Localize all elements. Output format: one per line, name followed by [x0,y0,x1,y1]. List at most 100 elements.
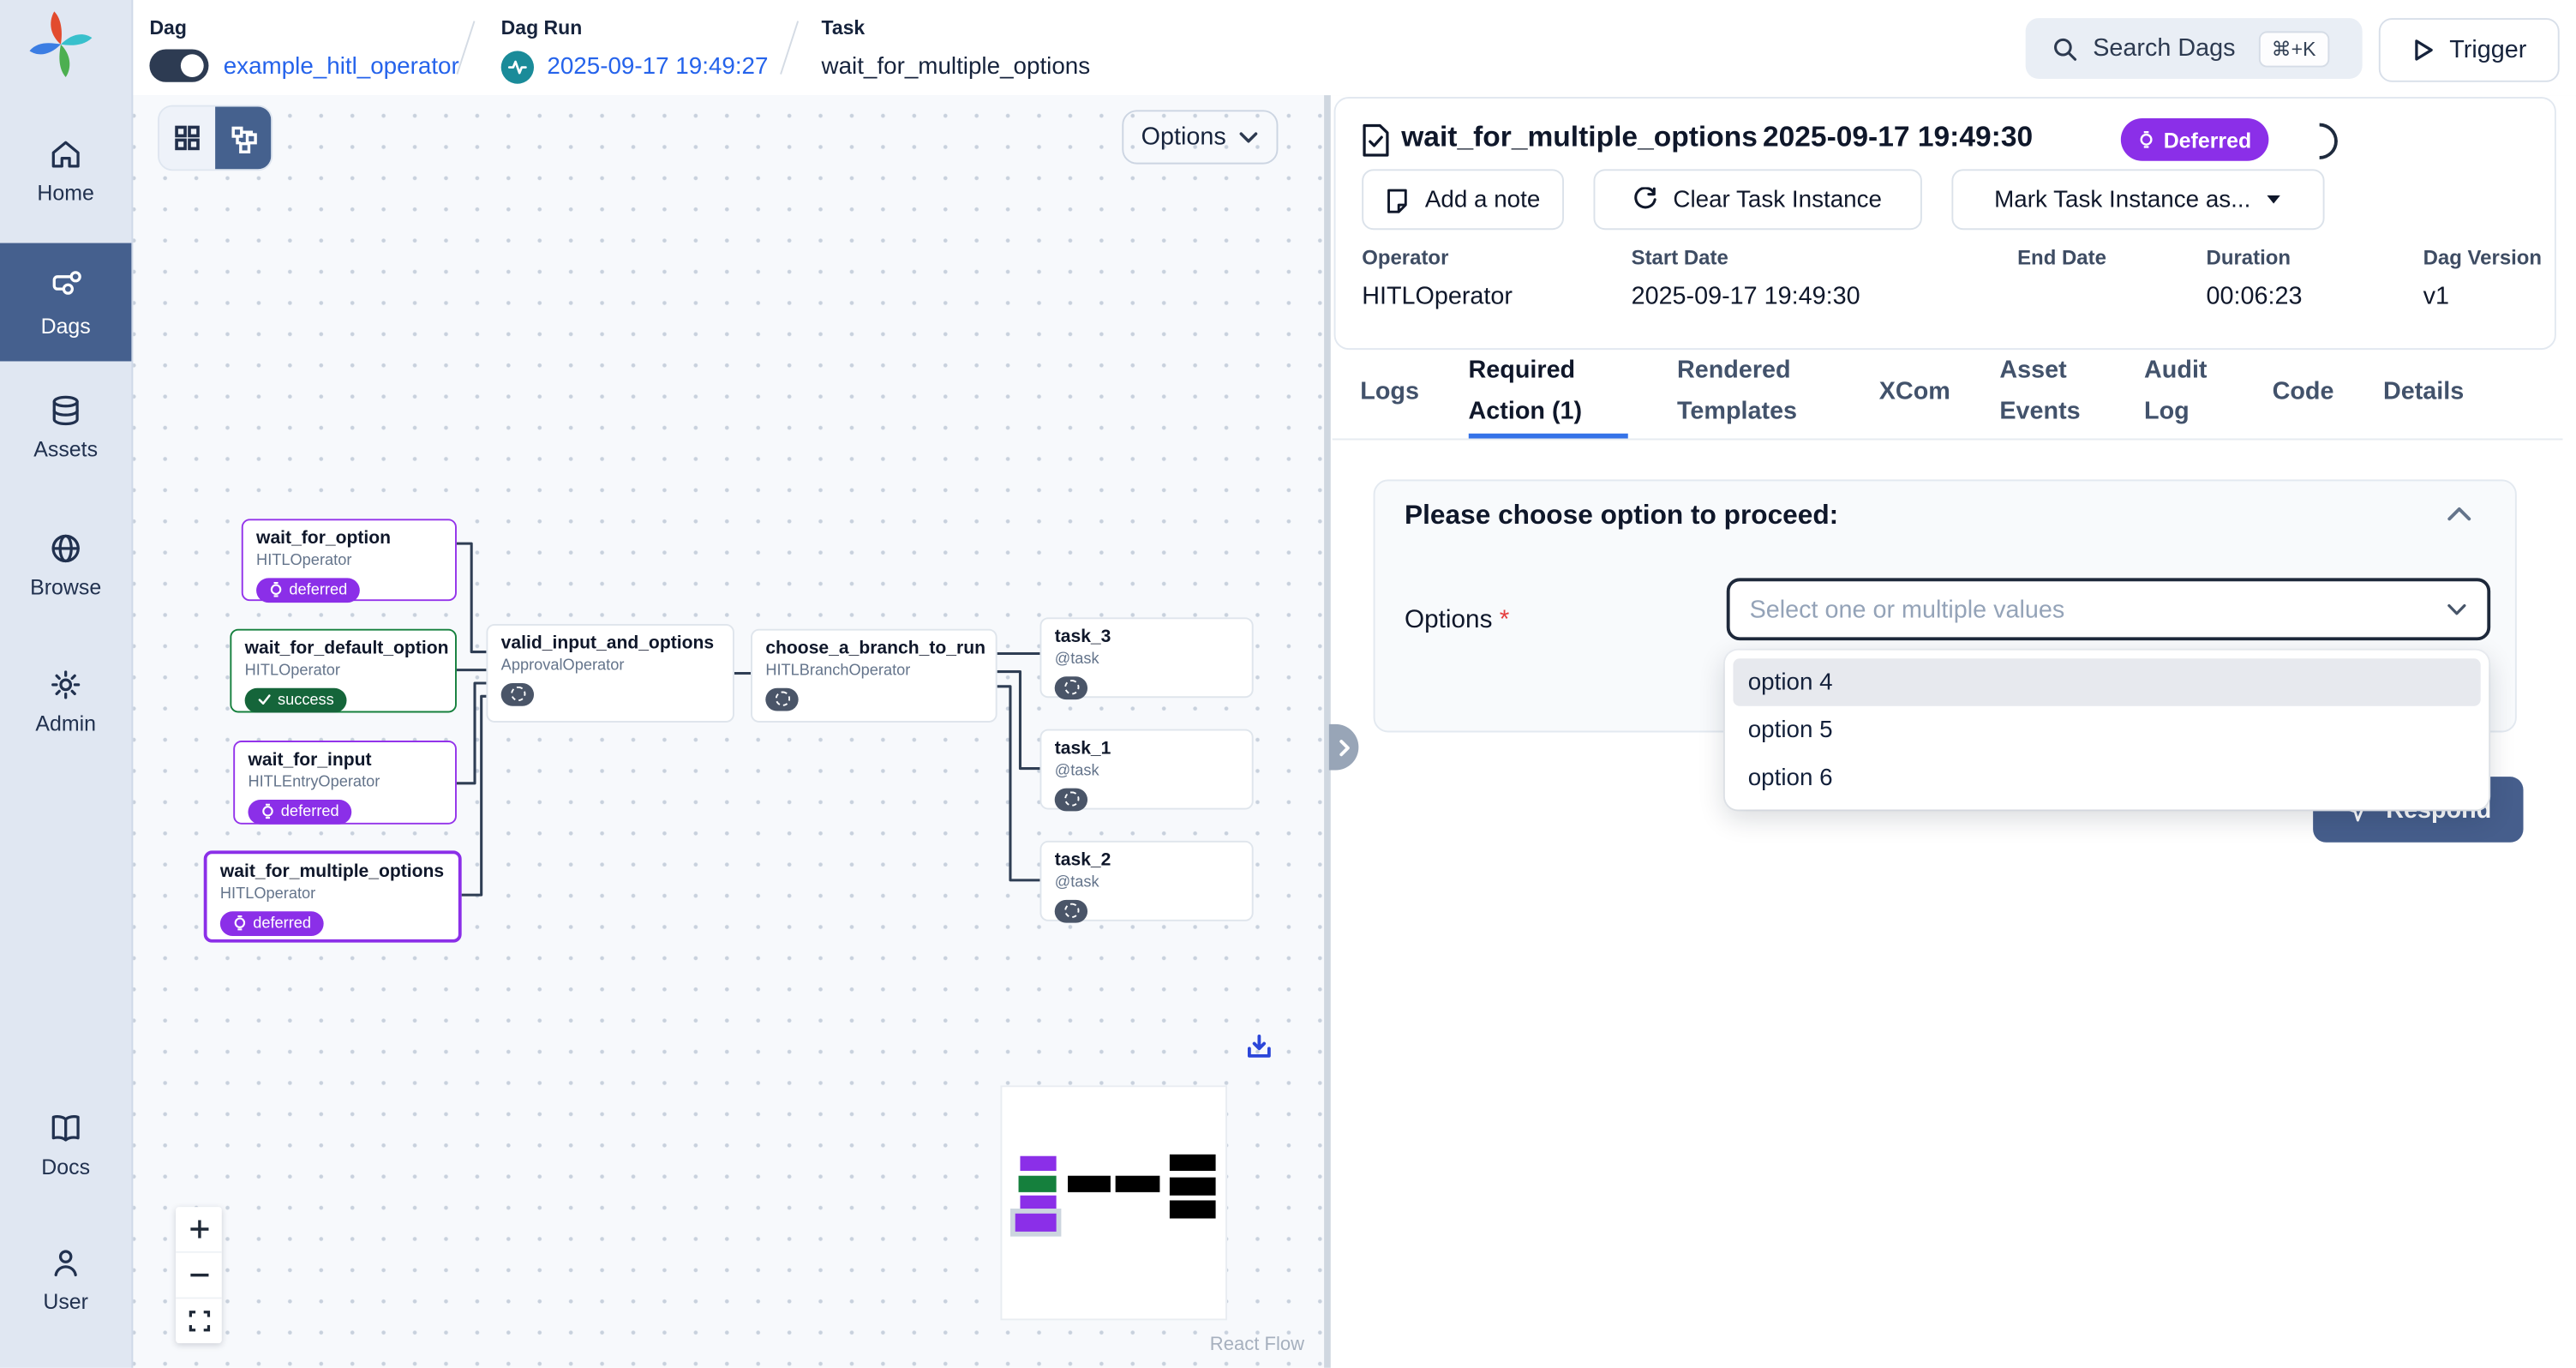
breadcrumb-task-value: wait_for_multiple_options [822,54,1091,81]
task-instance-panel: wait_for_multiple_options 2025-09-17 19:… [1331,95,2576,1368]
options-field-label: Options * [1405,606,1509,635]
sidebar-item-user[interactable]: User [0,1245,131,1313]
chevron-up-icon[interactable] [2446,506,2472,522]
search-shortcut: ⌘+K [2258,30,2328,66]
home-icon [48,136,84,172]
zoom-out-button[interactable] [176,1253,222,1299]
dag-graph-canvas[interactable]: Options wait_for_option HITLOperator def… [131,95,1324,1368]
sidebar-item-docs[interactable]: Docs [0,1110,131,1179]
node-title: wait_for_option [256,527,442,550]
chevron-down-icon [2446,602,2467,616]
zoom-controls [176,1207,222,1343]
tab-code[interactable]: Code [2273,351,2334,439]
sidebar-item-admin[interactable]: Admin [0,667,131,735]
graph-minimap[interactable] [1002,1087,1225,1318]
meta-label-operator: Operator [1362,246,1448,269]
graph-node-task_1[interactable]: task_1 @task [1039,729,1253,810]
task-instance-header-card: wait_for_multiple_options 2025-09-17 19:… [1334,97,2556,350]
toggle-knob [181,54,204,77]
graph-options-button[interactable]: Options [1122,110,1278,164]
node-no-status-icon [1055,899,1087,922]
add-note-button[interactable]: Add a note [1362,169,1564,230]
node-no-status-icon [1055,676,1087,699]
sidebar-item-home[interactable]: Home [0,136,131,205]
watch-icon [261,803,274,819]
node-no-status-icon [501,682,534,705]
dag-pause-toggle[interactable] [149,49,208,81]
meta-value-dag-version: v1 [2423,283,2449,311]
clear-task-instance-button[interactable]: Clear Task Instance [1593,169,1921,230]
sidebar-item-label: Docs [41,1155,90,1179]
sidebar-item-browse[interactable]: Browse [0,531,131,599]
mark-task-instance-as-label: Mark Task Instance as... [1994,186,2250,213]
graph-node-wait_for_multiple_options[interactable]: wait_for_multiple_options HITLOperator d… [204,850,462,942]
node-operator: ApprovalOperator [501,657,720,678]
task-instance-timestamp: 2025-09-17 19:49:30 [1763,120,2033,154]
dropdown-option[interactable]: option 4 [1733,658,2480,706]
dropdown-option[interactable]: option 6 [1733,753,2480,801]
gear-icon [48,667,84,703]
node-operator: @task [1055,762,1239,783]
clear-task-instance-label: Clear Task Instance [1673,186,1882,213]
graph-node-task_3[interactable]: task_3 @task [1039,617,1253,698]
dropdown-option[interactable]: option 5 [1733,706,2480,754]
graph-node-wait_for_default_option[interactable]: wait_for_default_option HITLOperator suc… [230,629,457,713]
caret-down-icon [2266,194,2282,205]
node-title: valid_input_and_options [501,633,720,656]
tab-asset-events[interactable]: Asset Events [1999,351,2094,439]
minimap-node [1170,1155,1216,1171]
sidebar-item-dags[interactable]: Dags [0,243,131,362]
sidebar-item-assets[interactable]: Assets [0,393,131,461]
watch-icon [233,915,246,932]
tab-audit-log[interactable]: Audit Log [2144,351,2223,439]
watch-icon [2139,129,2154,149]
grid-view-button[interactable] [159,107,215,170]
sidebar-item-label: Browse [30,575,101,600]
zoom-in-button[interactable] [176,1207,222,1253]
trigger-label: Trigger [2449,36,2526,64]
required-marker: * [1500,606,1510,634]
graph-options-label: Options [1141,123,1226,152]
globe-icon [48,531,84,567]
tab-rendered-templates[interactable]: Rendered Templates [1677,351,1830,439]
loading-spinner [2294,116,2345,167]
graph-node-choose_a_branch_to_run[interactable]: choose_a_branch_to_run HITLBranchOperato… [751,629,997,723]
graph-view-button[interactable] [215,107,271,170]
graph-node-valid_input_and_options[interactable]: valid_input_and_options ApprovalOperator [486,624,734,723]
tab-logs[interactable]: Logs [1360,351,1419,439]
app-window: Dag example_hitl_operator Dag Run 2025-0… [0,0,2576,1368]
node-no-status-icon [765,687,798,711]
graph-node-wait_for_input[interactable]: wait_for_input HITLEntryOperator deferre… [233,741,457,825]
mark-task-instance-as-button[interactable]: Mark Task Instance as... [1951,169,2324,230]
minimap-node [1020,1156,1056,1171]
graph-node-wait_for_option[interactable]: wait_for_option HITLOperator deferred [242,519,457,601]
download-graph-icon[interactable] [1245,1033,1273,1061]
tab-xcom[interactable]: XCom [1879,351,1950,439]
tab-required-action[interactable]: Required Action (1) [1468,351,1627,439]
minimap-node [1116,1176,1160,1192]
airflow-logo [28,9,94,78]
node-operator: HITLOperator [256,552,442,573]
trigger-button[interactable]: Trigger [2379,18,2560,82]
node-title: choose_a_branch_to_run [765,637,982,660]
meta-label-start-date: Start Date [1632,246,1728,269]
sidebar-item-label: Dags [41,314,91,339]
breadcrumb-dag-link[interactable]: example_hitl_operator [224,54,459,81]
node-no-status-icon [1055,788,1087,811]
graph-node-task_2[interactable]: task_2 @task [1039,841,1253,921]
options-multiselect-input[interactable]: Select one or multiple values [1727,578,2490,640]
task-doc-icon [1362,123,1390,158]
node-state-badge: success [245,687,347,712]
required-action-heading: Please choose option to proceed: [1405,501,1838,531]
check-icon [258,693,271,706]
reactflow-attribution: React Flow [1210,1335,1304,1355]
node-operator: HITLOperator [245,663,442,683]
tab-details[interactable]: Details [2383,351,2464,439]
fit-view-button[interactable] [176,1299,222,1343]
meta-label-end-date: End Date [2017,246,2106,269]
meta-value-operator: HITLOperator [1362,283,1513,311]
search-input[interactable]: Search Dags ⌘+K [2026,18,2363,79]
breadcrumb-dagrun-link[interactable]: 2025-09-17 19:49:27 [547,54,768,81]
breadcrumb-dag-label: Dag [149,16,186,39]
meta-value-start-date: 2025-09-17 19:49:30 [1632,283,1860,311]
